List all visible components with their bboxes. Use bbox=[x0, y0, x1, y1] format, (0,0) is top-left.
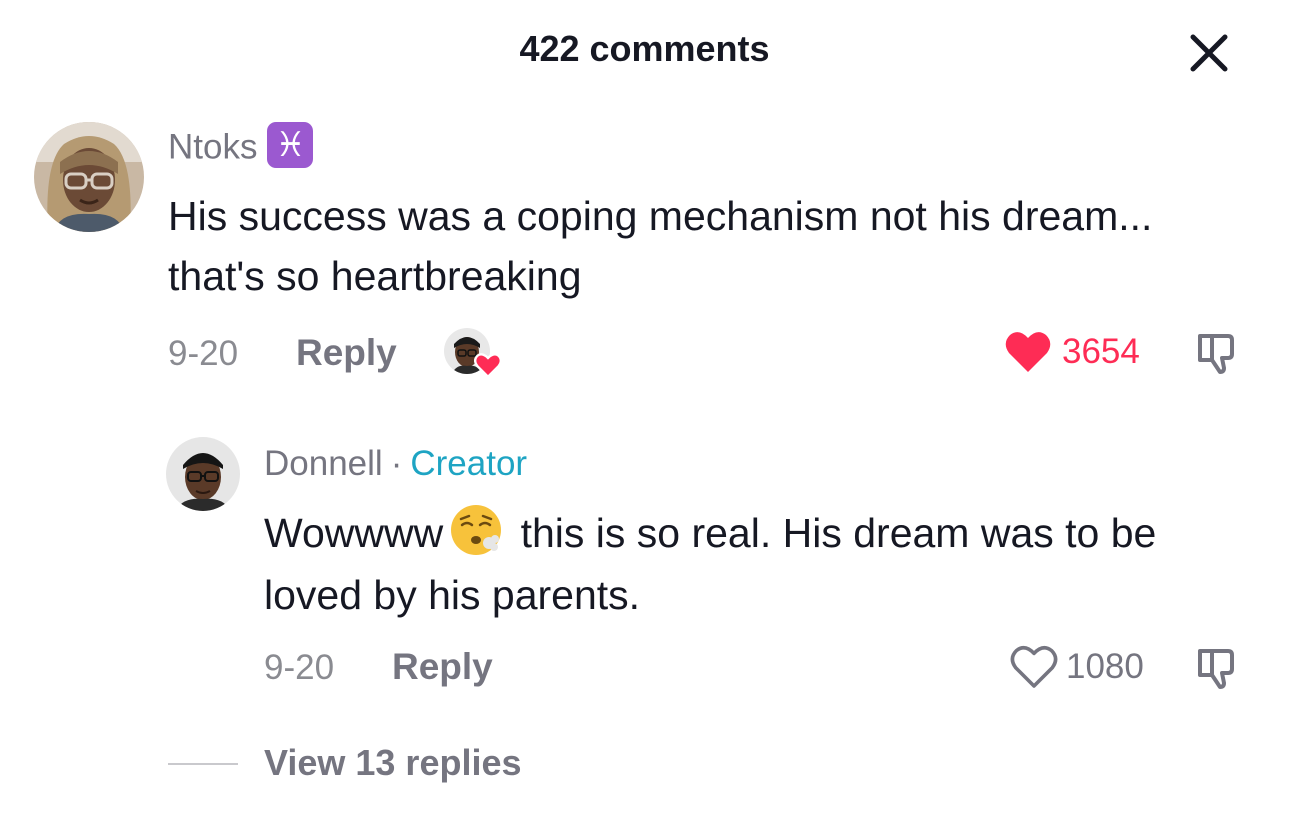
view-replies-button[interactable]: View 13 replies bbox=[264, 742, 522, 784]
dislike-button[interactable] bbox=[1194, 645, 1240, 691]
pisces-icon: ♓ bbox=[267, 122, 314, 168]
like-count: 1080 bbox=[1066, 647, 1144, 686]
creator-liked-indicator bbox=[444, 328, 502, 378]
comment-username: Ntoks ♓ bbox=[168, 122, 314, 172]
username-text[interactable]: Donnell bbox=[264, 444, 383, 483]
tired-face-emoji bbox=[449, 503, 503, 557]
heart-outline-icon bbox=[1010, 646, 1058, 688]
reply-button[interactable]: Reply bbox=[296, 332, 397, 374]
dislike-button[interactable] bbox=[1194, 330, 1240, 376]
comment-username: Donnell · Creator bbox=[264, 444, 527, 484]
divider-line bbox=[168, 763, 238, 765]
thumbs-down-icon bbox=[1198, 649, 1234, 689]
heart-filled-icon bbox=[1005, 332, 1051, 372]
like-count: 3654 bbox=[1062, 332, 1140, 371]
avatar[interactable] bbox=[34, 122, 144, 232]
comments-count-title: 422 comments bbox=[519, 28, 770, 69]
close-icon bbox=[1190, 34, 1228, 72]
reply-button[interactable]: Reply bbox=[392, 646, 493, 688]
creator-label: Creator bbox=[410, 444, 528, 483]
thumbs-down-icon bbox=[1198, 334, 1234, 374]
close-button[interactable] bbox=[1186, 30, 1232, 76]
comment-date: 9-20 bbox=[264, 648, 335, 687]
username-text[interactable]: Ntoks bbox=[168, 127, 257, 166]
like-button[interactable]: 1080 bbox=[1010, 643, 1154, 691]
comment-text: Wowwww this is so real. His dream was to… bbox=[264, 502, 1254, 626]
avatar[interactable] bbox=[166, 437, 240, 511]
comment-text-part1: Wowwww bbox=[264, 510, 444, 556]
heart-icon bbox=[474, 353, 502, 378]
like-button[interactable]: 3654 bbox=[1004, 328, 1154, 376]
comment-date: 9-20 bbox=[168, 334, 239, 373]
separator: · bbox=[390, 444, 403, 483]
comment-text: His success was a coping mechanism not h… bbox=[168, 193, 1153, 299]
